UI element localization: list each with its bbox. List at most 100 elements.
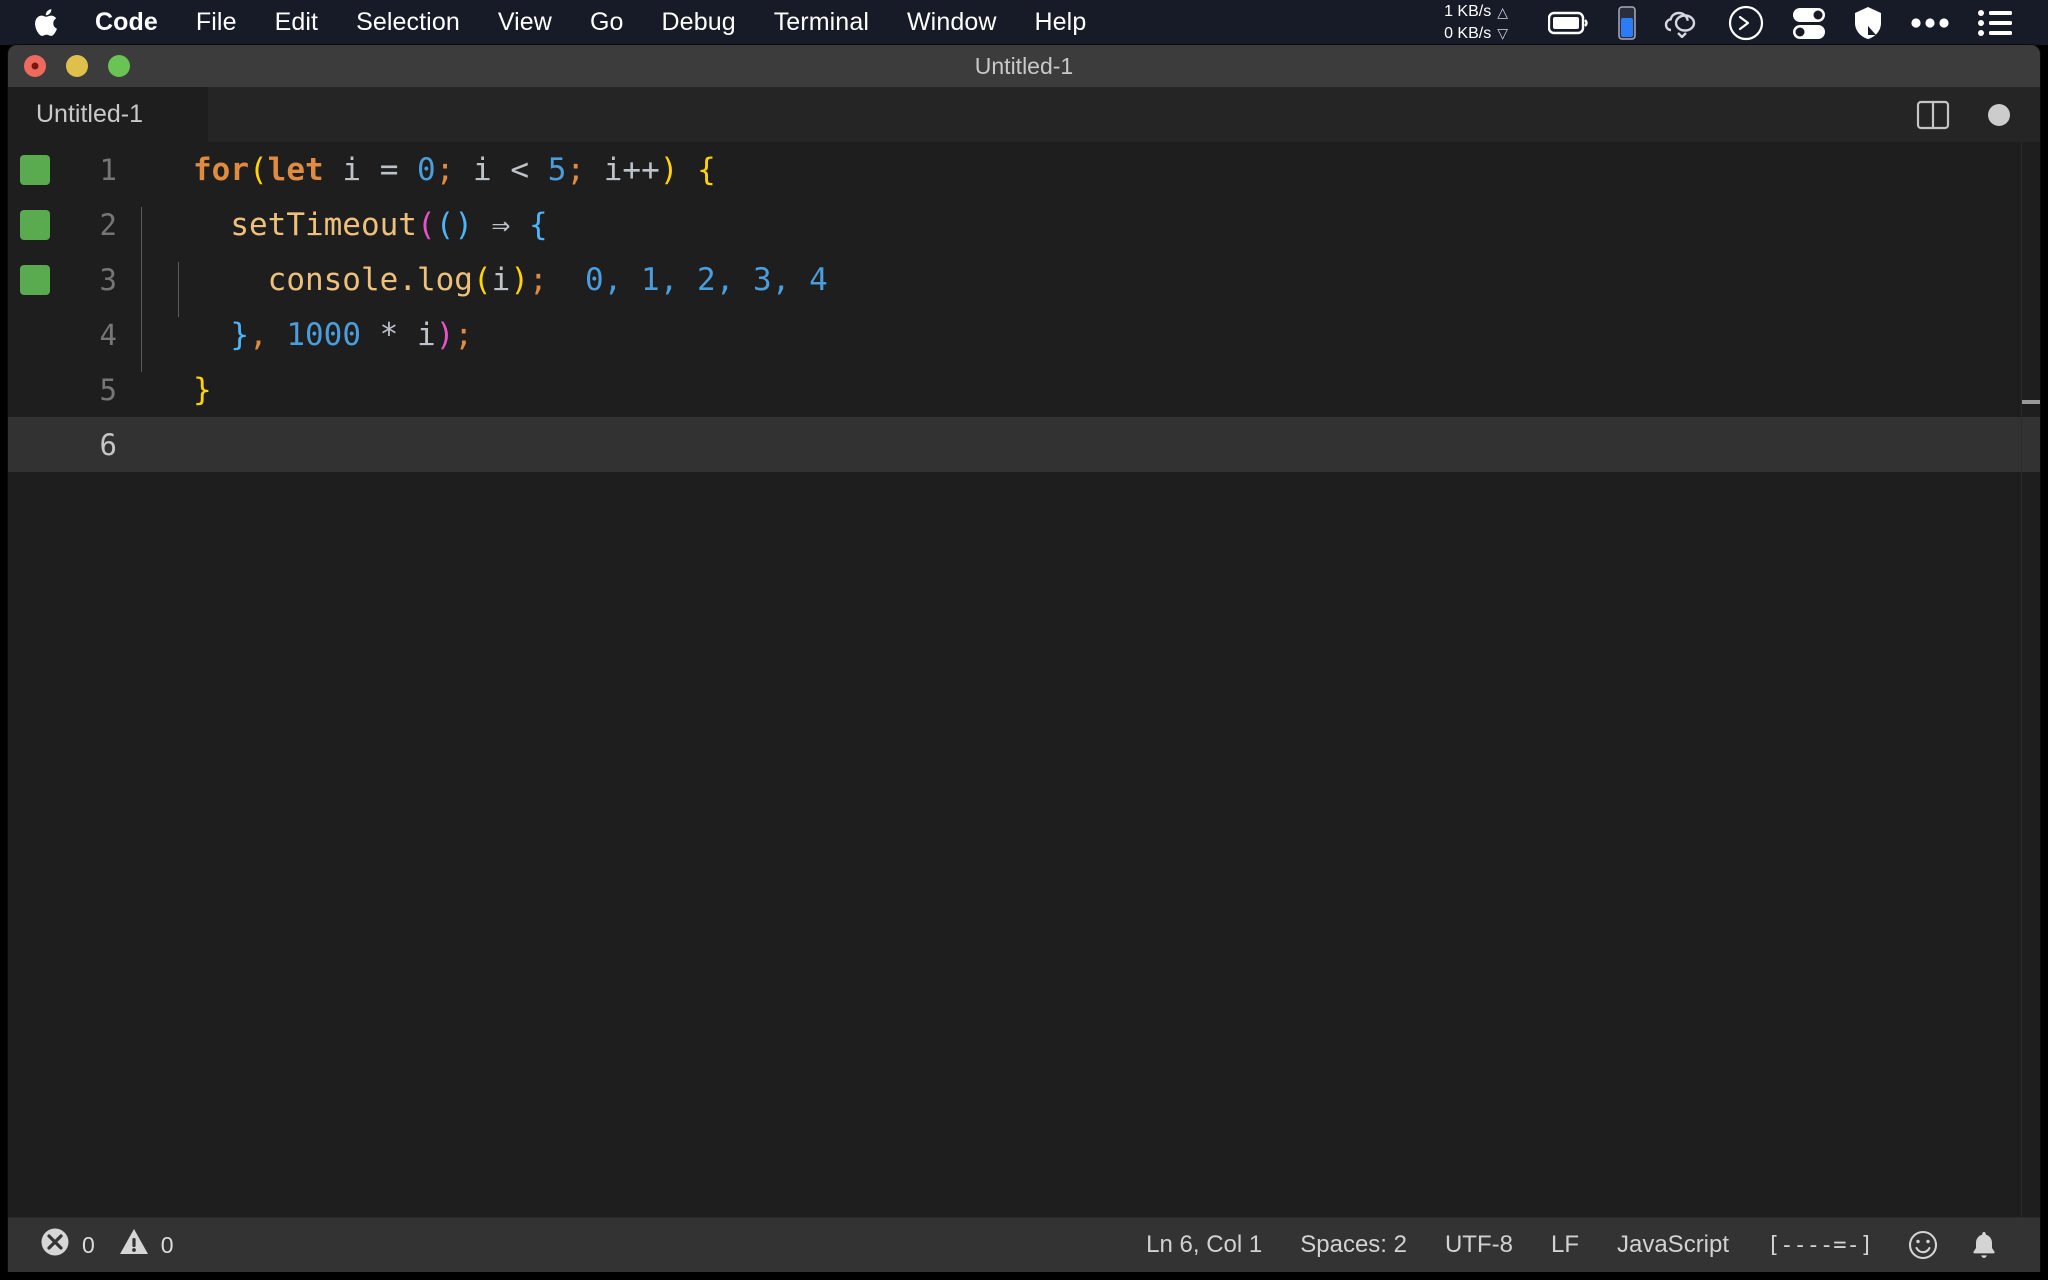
bell-icon[interactable] <box>1954 1230 2014 1260</box>
network-speed-indicator[interactable]: 1 KB/s 0 KB/s △ ▽ <box>1444 1 1508 43</box>
code-token: ( <box>435 206 455 243</box>
code-token: , <box>603 261 623 298</box>
encoding-status[interactable]: UTF-8 <box>1426 1231 1532 1259</box>
code-token: , <box>771 261 791 298</box>
code-token: ( <box>249 151 268 188</box>
vscode-window: Untitled-1 Untitled-1 1 for(let i = 0; i … <box>8 45 2040 1272</box>
code-token: i <box>417 316 436 353</box>
code-token: 1000 <box>286 316 361 353</box>
menu-item-selection[interactable]: Selection <box>337 8 479 37</box>
code-token: . <box>398 261 417 298</box>
code-token: < <box>510 151 530 188</box>
status-bar-left: 0 0 <box>8 1227 174 1264</box>
code-token: setTimeout <box>230 206 417 243</box>
smiley-icon[interactable] <box>1892 1230 1954 1260</box>
traffic-light-buttons <box>24 55 130 77</box>
code-line-row[interactable]: 4 }, 1000 * i); <box>8 307 2040 372</box>
warning-count: 0 <box>160 1231 174 1258</box>
code-token: 0 <box>417 151 436 188</box>
close-button[interactable] <box>24 55 46 77</box>
code-token: i <box>473 151 492 188</box>
code-token: ) <box>454 206 473 243</box>
battery-level-icon[interactable] <box>1618 5 1636 40</box>
code-token: i <box>342 151 362 188</box>
maximize-button[interactable] <box>108 55 130 77</box>
split-editor-icon[interactable] <box>1916 98 1950 132</box>
editor-scrollbar[interactable] <box>2022 142 2040 1217</box>
apple-logo-icon[interactable] <box>28 6 62 40</box>
code-token: ) <box>435 316 455 353</box>
screen-bottom-edge <box>0 1272 2048 1280</box>
code-token: 4 <box>809 261 828 298</box>
menu-item-help[interactable]: Help <box>1016 8 1106 37</box>
unsaved-indicator[interactable] <box>1988 103 2010 126</box>
menu-item-file[interactable]: File <box>177 8 256 37</box>
cursor-position-status[interactable]: Ln 6, Col 1 <box>1127 1231 1281 1259</box>
battery-icon[interactable] <box>1548 11 1590 35</box>
list-menu-icon[interactable] <box>1978 9 2012 36</box>
layout-indicator-status[interactable]: [----=-] <box>1748 1233 1892 1258</box>
gutter-change-marker[interactable] <box>20 154 50 185</box>
menu-item-code[interactable]: Code <box>76 8 177 37</box>
code-line-row[interactable]: 5} <box>8 362 2040 417</box>
menu-item-terminal[interactable]: Terminal <box>755 8 888 37</box>
gutter-change-marker[interactable] <box>20 209 50 240</box>
code-token: 3 <box>753 261 772 298</box>
code-token: ; <box>529 261 548 298</box>
code-token: * <box>379 316 399 353</box>
code-line-row[interactable]: 3 console.log(i); 0, 1, 2, 3, 4 <box>8 252 2040 317</box>
code-token: ( <box>472 261 492 298</box>
code-token: log <box>416 261 473 298</box>
cursor-ruler-marker <box>2022 400 2040 404</box>
menu-item-view[interactable]: View <box>479 8 571 37</box>
code-line-row[interactable]: 2 setTimeout(() ⇒ { <box>8 197 2040 262</box>
code-token: 5 <box>547 151 567 188</box>
menu-item-window[interactable]: Window <box>888 8 1016 37</box>
code-editor[interactable]: 1 for(let i = 0; i < 5; i++) {2 setTimeou… <box>8 142 2040 1217</box>
code-token: i <box>491 261 511 298</box>
problems-status[interactable]: 0 0 <box>40 1227 174 1264</box>
minimize-button[interactable] <box>66 55 88 77</box>
cloud-sync-icon[interactable] <box>1664 8 1700 38</box>
ellipsis-icon[interactable] <box>1910 17 1950 29</box>
error-circle-icon <box>40 1227 70 1264</box>
code-token: = <box>379 151 399 188</box>
line-number: 5 <box>99 372 117 407</box>
menu-item-debug[interactable]: Debug <box>643 8 755 37</box>
code-line-row[interactable]: 6 <box>8 417 2040 472</box>
indentation-status[interactable]: Spaces: 2 <box>1281 1231 1426 1259</box>
language-mode-status[interactable]: JavaScript <box>1598 1231 1748 1259</box>
code-token: ( <box>416 206 436 243</box>
code-token: { <box>529 206 548 243</box>
eol-status[interactable]: LF <box>1532 1231 1598 1259</box>
code-token: i <box>603 151 623 188</box>
code-token: ) <box>510 261 529 298</box>
code-token: 0 <box>585 261 604 298</box>
code-token: ⇒ <box>491 206 511 243</box>
code-text: }, 1000 * i); <box>141 316 473 372</box>
tab-untitled-1[interactable]: Untitled-1 <box>8 87 208 142</box>
code-line-row[interactable]: 1 for(let i = 0; i < 5; i++) { <box>8 142 2040 197</box>
warning-triangle-icon <box>119 1227 149 1264</box>
menu-item-edit[interactable]: Edit <box>256 8 337 37</box>
toggles-icon[interactable] <box>1792 6 1826 40</box>
gutter-change-marker[interactable] <box>20 264 50 295</box>
clock-icon[interactable] <box>1728 5 1764 41</box>
error-count: 0 <box>82 1231 95 1258</box>
code-token: , <box>659 261 679 298</box>
screen: Code File Edit Selection View Go Debug T… <box>0 0 2048 1280</box>
menu-bar-tray: 1 KB/s 0 KB/s △ ▽ <box>1444 1 2048 43</box>
menu-item-list: Code File Edit Selection View Go Debug T… <box>76 8 1105 37</box>
shield-icon[interactable] <box>1854 6 1882 40</box>
menu-item-go[interactable]: Go <box>571 8 643 37</box>
network-upload-speed: 1 KB/s <box>1444 3 1492 21</box>
